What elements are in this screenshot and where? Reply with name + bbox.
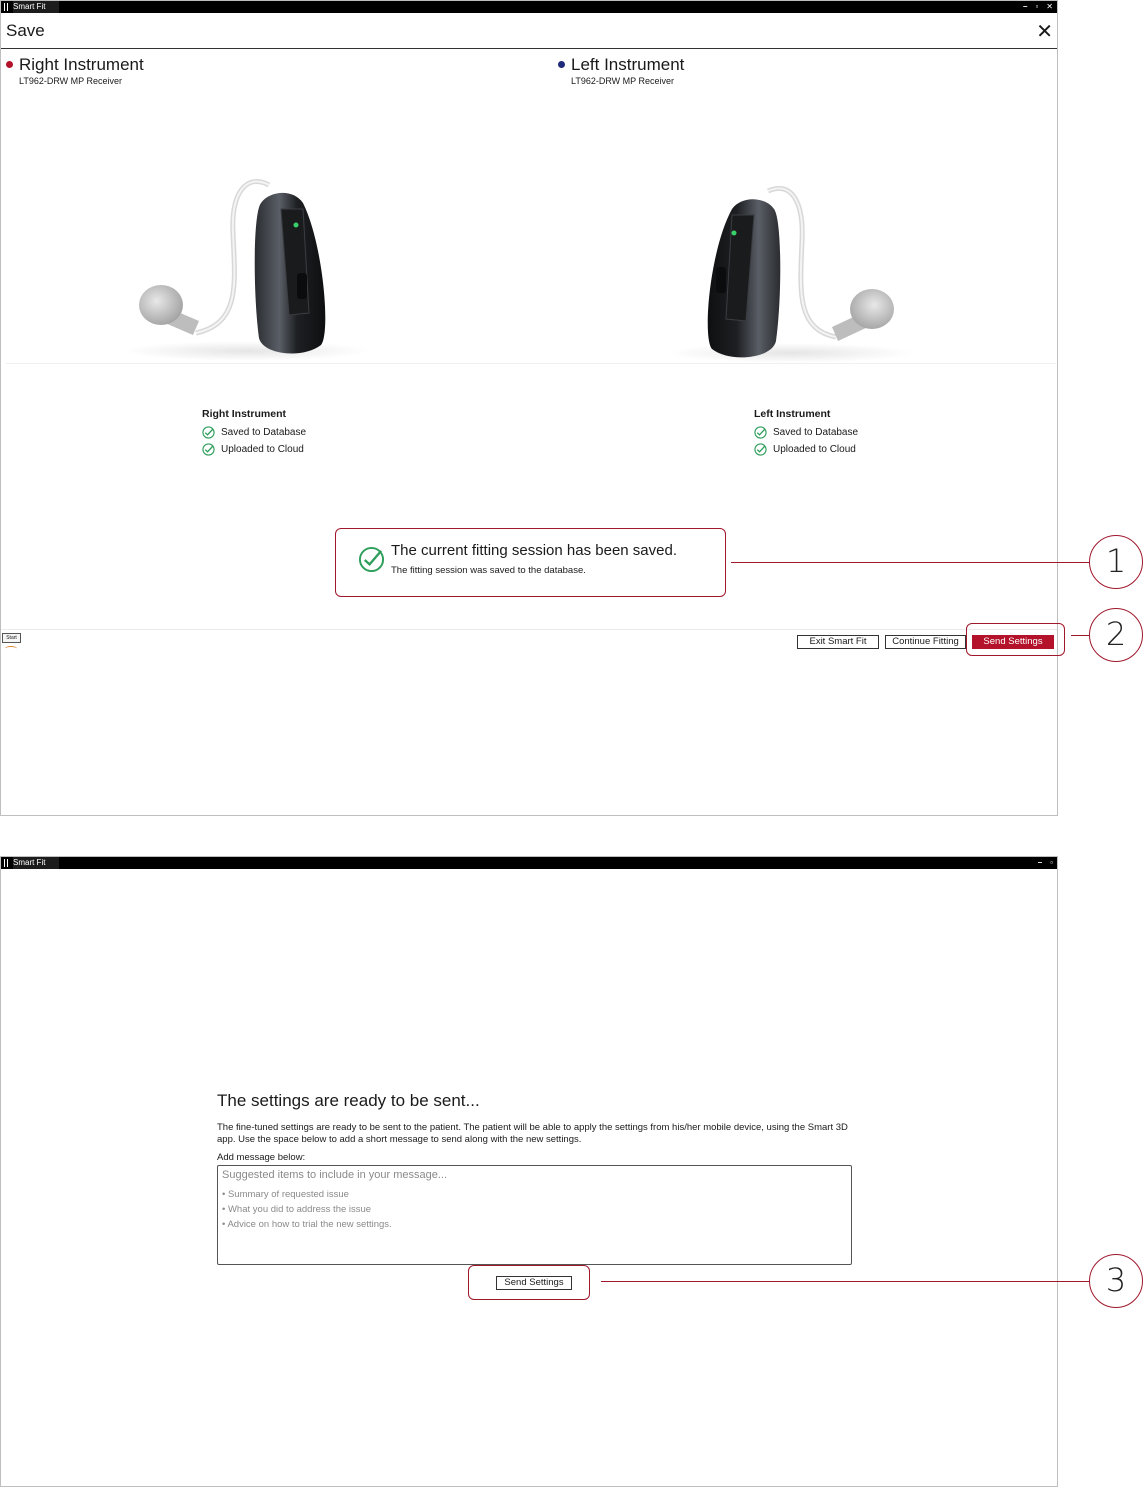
saved-detail: The fitting session was saved to the dat… bbox=[391, 565, 586, 576]
message-placeholder: Suggested items to include in your messa… bbox=[222, 1169, 448, 1181]
suggestion-item: Summary of requested issue bbox=[222, 1187, 847, 1202]
close-window-icon[interactable]: ✕ bbox=[1046, 1, 1053, 13]
check-circle-icon bbox=[754, 443, 767, 456]
message-input[interactable]: Suggested items to include in your messa… bbox=[217, 1165, 852, 1265]
message-label: Add message below: bbox=[217, 1152, 306, 1163]
title-bar: Smart Fit – ▫ ✕ bbox=[1, 1, 1057, 13]
callout-1: 1 bbox=[1089, 535, 1143, 589]
page-header: Save ✕ bbox=[1, 13, 1057, 49]
ready-title: The settings are ready to be sent... bbox=[217, 1091, 480, 1110]
callout-line-1 bbox=[731, 562, 1089, 563]
suggestion-item: Advice on how to trial the new settings. bbox=[222, 1217, 847, 1232]
exit-smart-fit-button[interactable]: Exit Smart Fit bbox=[797, 635, 879, 649]
arc-icon bbox=[5, 646, 17, 651]
window-controls: – ▫ bbox=[1038, 857, 1053, 869]
left-status: Left Instrument Saved to Database Upload… bbox=[754, 408, 858, 458]
suggestion-item: What you did to address the issue bbox=[222, 1202, 847, 1217]
start-button[interactable]: Start bbox=[2, 633, 21, 643]
status-row: Uploaded to Cloud bbox=[202, 441, 306, 458]
send-settings-window: Smart Fit – ▫ The settings are ready to … bbox=[0, 856, 1058, 1487]
right-dot-icon bbox=[6, 60, 13, 68]
left-instrument-model: LT962-DRW MP Receiver bbox=[571, 76, 675, 86]
left-dot-icon bbox=[558, 60, 565, 68]
saved-message: The current fitting session has been sav… bbox=[391, 542, 677, 559]
callout-box-2 bbox=[966, 623, 1065, 656]
callout-line-3 bbox=[601, 1281, 1089, 1282]
ready-description: The fine-tuned settings are ready to be … bbox=[217, 1122, 848, 1145]
grip-icon bbox=[4, 859, 8, 867]
restore-icon[interactable]: ▫ bbox=[1035, 1, 1038, 13]
restore-icon[interactable]: ▫ bbox=[1050, 857, 1053, 869]
right-status: Right Instrument Saved to Database Uploa… bbox=[202, 408, 306, 458]
close-icon[interactable]: ✕ bbox=[1036, 19, 1053, 44]
check-circle-icon bbox=[358, 546, 385, 573]
window-controls: – ▫ ✕ bbox=[1023, 1, 1053, 13]
right-instrument-heading: Right Instrument LT962-DRW MP Receiver bbox=[6, 55, 144, 86]
app-title: Smart Fit bbox=[13, 1, 60, 13]
left-status-title: Left Instrument bbox=[754, 408, 831, 420]
app-title: Smart Fit bbox=[13, 857, 60, 869]
title-bar: Smart Fit – ▫ bbox=[1, 857, 1057, 869]
callout-3: 3 bbox=[1089, 1254, 1143, 1308]
check-circle-icon bbox=[202, 426, 215, 439]
check-circle-icon bbox=[754, 426, 767, 439]
saved-confirmation: The current fitting session has been sav… bbox=[335, 528, 726, 597]
right-instrument-name: Right Instrument bbox=[19, 55, 144, 74]
minimize-icon[interactable]: – bbox=[1023, 1, 1027, 13]
left-instrument-name: Left Instrument bbox=[571, 55, 685, 74]
status-text: Uploaded to Cloud bbox=[221, 444, 304, 455]
page-title: Save bbox=[6, 21, 45, 40]
status-row: Saved to Database bbox=[754, 424, 858, 441]
status-text: Saved to Database bbox=[773, 427, 859, 438]
right-instrument-model: LT962-DRW MP Receiver bbox=[19, 76, 123, 86]
left-hearing-aid-image bbox=[707, 186, 894, 358]
callout-2: 2 bbox=[1089, 608, 1143, 662]
save-window: Smart Fit – ▫ ✕ Save ✕ Right Instrument … bbox=[0, 0, 1058, 816]
status-row: Saved to Database bbox=[202, 424, 306, 441]
image-divider bbox=[6, 363, 1056, 364]
status-text: Uploaded to Cloud bbox=[773, 444, 856, 455]
footer-divider bbox=[1, 629, 1057, 630]
status-text: Saved to Database bbox=[221, 427, 307, 438]
right-hearing-aid-image bbox=[139, 179, 326, 354]
right-status-title: Right Instrument bbox=[202, 408, 286, 420]
callout-box-3 bbox=[468, 1265, 590, 1300]
minimize-icon[interactable]: – bbox=[1038, 857, 1042, 869]
grip-icon bbox=[4, 3, 8, 11]
continue-fitting-button[interactable]: Continue Fitting bbox=[885, 635, 966, 649]
status-row: Uploaded to Cloud bbox=[754, 441, 858, 458]
check-circle-icon bbox=[202, 443, 215, 456]
left-instrument-heading: Left Instrument LT962-DRW MP Receiver bbox=[558, 55, 684, 86]
callout-line-2 bbox=[1071, 635, 1089, 636]
